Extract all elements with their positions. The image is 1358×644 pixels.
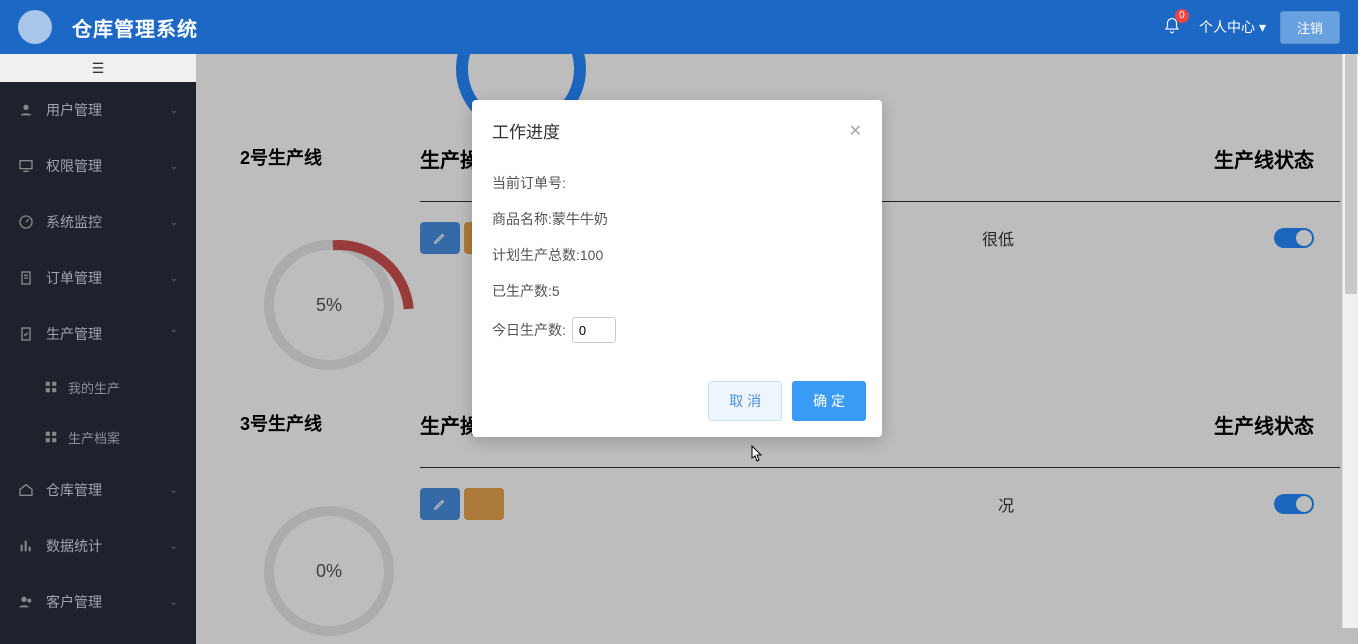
- logout-button[interactable]: 注销: [1280, 11, 1340, 44]
- done-value: 5: [552, 283, 560, 299]
- chevron-down-icon: ⌄: [170, 541, 178, 552]
- plan-value: 100: [580, 247, 603, 263]
- check-clipboard-icon: [18, 326, 34, 342]
- monitor-icon: [18, 158, 34, 174]
- sidebar: ☰ 用户管理 ⌄ 权限管理 ⌄ 系统监控 ⌄ 订单管理 ⌄ 生产管理 ⌃: [0, 54, 196, 644]
- today-input[interactable]: [572, 317, 616, 343]
- menu-label: 订单管理: [46, 268, 102, 288]
- sidebar-item-production-mgmt[interactable]: 生产管理 ⌃: [0, 306, 196, 362]
- done-label: 已生产数:: [492, 281, 552, 301]
- today-row: 今日生产数:: [492, 317, 862, 343]
- sidebar-subitem-production-archive[interactable]: 生产档案: [0, 412, 196, 462]
- chevron-down-icon: ⌄: [170, 485, 178, 496]
- dialog-title: 工作进度: [492, 118, 849, 143]
- chevron-down-icon: ⌄: [170, 597, 178, 608]
- grid-icon: [44, 430, 58, 444]
- order-row: 当前订单号:: [492, 173, 862, 193]
- clipboard-icon: [18, 270, 34, 286]
- chart-icon: [18, 538, 34, 554]
- sidebar-item-user-mgmt[interactable]: 用户管理 ⌄: [0, 82, 196, 138]
- chevron-up-icon: ⌃: [170, 329, 178, 340]
- product-label: 商品名称:: [492, 209, 552, 229]
- sidebar-collapse-button[interactable]: ☰: [0, 54, 196, 82]
- dialog-close-button[interactable]: ✕: [849, 121, 862, 141]
- user-center-dropdown[interactable]: 个人中心 ▾: [1199, 17, 1266, 37]
- chevron-down-icon: ▾: [1259, 19, 1266, 36]
- sidebar-item-warehouse-mgmt[interactable]: 仓库管理 ⌄: [0, 462, 196, 518]
- sidebar-item-system-monitor[interactable]: 系统监控 ⌄: [0, 194, 196, 250]
- dialog-cancel-button[interactable]: 取 消: [708, 381, 782, 421]
- menu-label: 数据统计: [46, 536, 102, 556]
- menu-label: 用户管理: [46, 100, 102, 120]
- app-title: 仓库管理系统: [72, 13, 198, 42]
- product-value: 蒙牛牛奶: [552, 209, 608, 229]
- user-center-label: 个人中心: [1199, 17, 1255, 37]
- sidebar-item-permission-mgmt[interactable]: 权限管理 ⌄: [0, 138, 196, 194]
- work-progress-dialog: 工作进度 ✕ 当前订单号: 商品名称:蒙牛牛奶 计划生产总数:100 已生产数:…: [472, 100, 882, 437]
- close-icon: ✕: [849, 123, 862, 140]
- vertical-scrollbar[interactable]: [1342, 54, 1358, 628]
- product-row: 商品名称:蒙牛牛奶: [492, 209, 862, 229]
- users-icon: [18, 594, 34, 610]
- plan-label: 计划生产总数:: [492, 245, 580, 265]
- chevron-down-icon: ⌄: [170, 105, 178, 116]
- chevron-down-icon: ⌄: [170, 217, 178, 228]
- chevron-down-icon: ⌄: [170, 273, 178, 284]
- home-icon: [18, 482, 34, 498]
- submenu-label: 生产档案: [68, 428, 120, 447]
- topbar: 仓库管理系统 0 个人中心 ▾ 注销: [0, 0, 1358, 54]
- sidebar-item-data-stats[interactable]: 数据统计 ⌄: [0, 518, 196, 574]
- scrollbar-thumb[interactable]: [1345, 54, 1357, 294]
- menu-label: 权限管理: [46, 156, 102, 176]
- sidebar-item-order-mgmt[interactable]: 订单管理 ⌄: [0, 250, 196, 306]
- notification-badge: 0: [1175, 9, 1189, 23]
- grid-icon: [44, 380, 58, 394]
- menu-label: 生产管理: [46, 324, 102, 344]
- user-icon: [18, 102, 34, 118]
- menu-label: 仓库管理: [46, 480, 102, 500]
- sidebar-item-customer-mgmt[interactable]: 客户管理 ⌄: [0, 574, 196, 630]
- order-label: 当前订单号:: [492, 173, 566, 193]
- sidebar-subitem-my-production[interactable]: 我的生产: [0, 362, 196, 412]
- dialog-ok-button[interactable]: 确 定: [792, 381, 866, 421]
- submenu-label: 我的生产: [68, 378, 120, 397]
- avatar[interactable]: [18, 10, 52, 44]
- done-row: 已生产数:5: [492, 281, 862, 301]
- chevron-down-icon: ⌄: [170, 161, 178, 172]
- menu-label: 系统监控: [46, 212, 102, 232]
- gauge-icon: [18, 214, 34, 230]
- notification-bell[interactable]: 0: [1163, 17, 1181, 38]
- today-label: 今日生产数:: [492, 320, 566, 340]
- plan-row: 计划生产总数:100: [492, 245, 862, 265]
- menu-label: 客户管理: [46, 592, 102, 612]
- collapse-icon: ☰: [92, 60, 105, 77]
